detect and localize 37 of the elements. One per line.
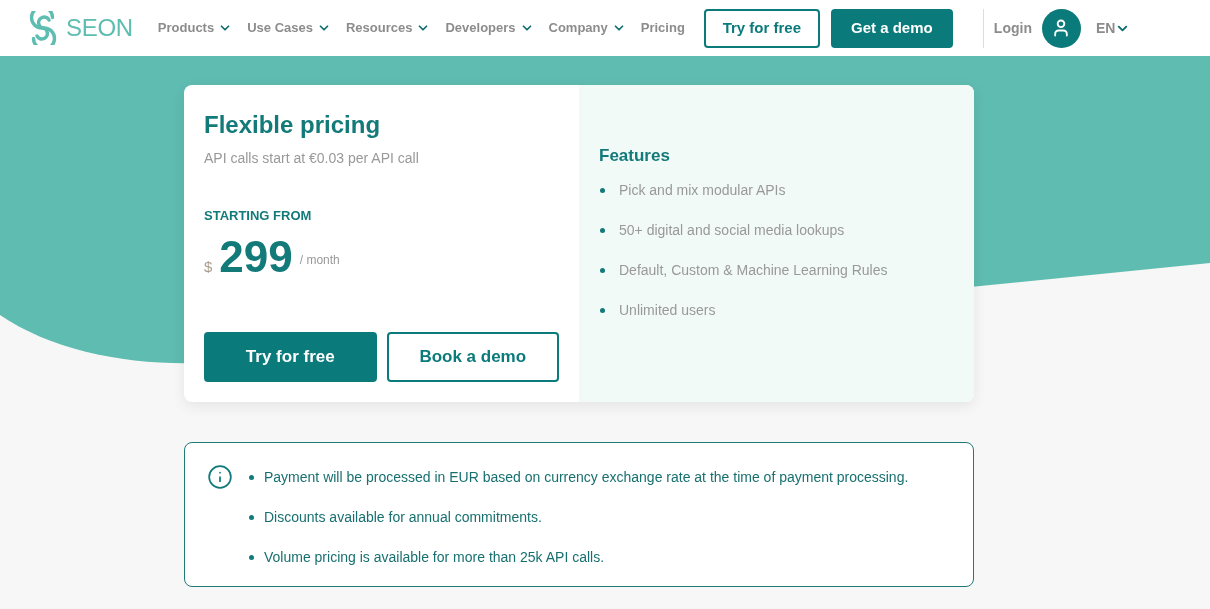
account-button[interactable]: [1041, 8, 1081, 48]
note-text: Payment will be processed in EUR based on currency exchange rate at the time of payment processing.: [264, 468, 909, 487]
login-link[interactable]: Login: [993, 17, 1032, 39]
brand-name: SEON: [66, 16, 133, 40]
nav-menu-item[interactable]: Company: [548, 18, 626, 38]
nav-menu-item[interactable]: Developers: [445, 18, 534, 38]
features-title: Features: [599, 146, 671, 166]
nav-menu-item[interactable]: Use Cases: [247, 18, 331, 38]
nav-link[interactable]: Pricing: [640, 18, 685, 38]
bullet-icon: [249, 514, 254, 520]
currency-symbol: $: [204, 257, 213, 277]
bullet-icon: [600, 187, 605, 193]
trial-button[interactable]: Try for free: [703, 8, 820, 48]
bullet-icon: [600, 307, 605, 313]
logo-icon: [28, 11, 58, 45]
card-subtitle: API calls start at €0.03 per API call: [204, 149, 420, 168]
demo-button[interactable]: Book a demo: [386, 332, 559, 382]
trial-button[interactable]: Try for free: [204, 332, 377, 382]
bullet-icon: [249, 554, 254, 560]
card-title: Flexible pricing: [204, 111, 382, 139]
feature-item: Pick and mix modular APIs: [619, 181, 786, 200]
bullet-icon: [249, 474, 254, 480]
feature-item: Unlimited users: [619, 301, 716, 320]
feature-item: Default, Custom & Machine Learning Rules: [619, 261, 888, 280]
info-icon: [207, 464, 233, 490]
price-period: / month: [299, 252, 340, 269]
note-text: Discounts available for annual commitments.: [264, 508, 542, 527]
price-value: 299: [219, 235, 293, 279]
starting-label: STARTING FROM: [204, 208, 313, 224]
bullet-icon: [600, 227, 605, 233]
nav-menu-item[interactable]: Products: [157, 18, 233, 38]
bullet-icon: [600, 267, 605, 273]
nav-menu-item[interactable]: Resources: [345, 18, 431, 38]
language-selector[interactable]: EN: [1095, 17, 1131, 39]
demo-button[interactable]: Get a demo: [830, 8, 953, 48]
feature-item: 50+ digital and social media lookups: [619, 221, 845, 240]
note-text: Volume pricing is available for more than 25k API calls.: [264, 548, 605, 567]
